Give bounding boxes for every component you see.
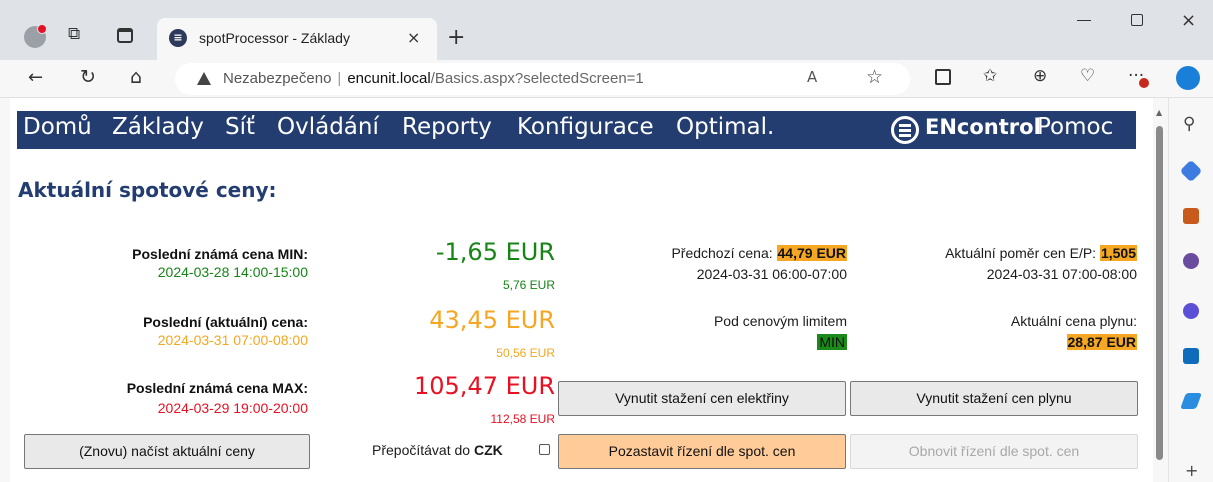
previous-price: Předchozí cena: 44,79 EUR <box>671 245 847 261</box>
split-screen-icon[interactable] <box>935 69 951 85</box>
copilot-icon[interactable] <box>1176 66 1200 90</box>
sidebar-outlook-icon[interactable] <box>1183 348 1199 364</box>
home-icon[interactable]: ⌂ <box>130 68 142 87</box>
scroll-up-icon[interactable]: ▲ <box>1156 108 1162 117</box>
tab-close-icon[interactable]: × <box>407 28 420 47</box>
url-host: encunit.local <box>347 70 431 87</box>
refresh-icon[interactable]: ↻ <box>80 68 96 87</box>
sidebar-tools-icon[interactable] <box>1183 208 1199 224</box>
min-price-label: Poslední známá cena MIN: <box>132 246 308 262</box>
previous-price-value: 44,79 EUR <box>776 245 847 261</box>
max-price-time: 2024-03-29 19:00-20:00 <box>157 400 308 416</box>
nav-optimal[interactable]: Optimal. <box>676 114 774 140</box>
czk-currency: CZK <box>473 442 503 458</box>
page-scrollbar[interactable]: ▲ <box>1153 98 1167 482</box>
encontrol-logo-icon <box>891 116 919 144</box>
min-price-value: -1,65 EUR <box>435 238 555 266</box>
price-ratio-label: Aktuální poměr cen E/P: <box>945 245 1097 261</box>
url-separator: | <box>337 70 342 87</box>
collections-icon[interactable]: ⊕ <box>1033 68 1047 85</box>
reload-prices-button[interactable]: (Znovu) načíst aktuální ceny <box>24 434 310 469</box>
nav-control[interactable]: Ovládání <box>277 114 379 140</box>
limit-badge: MIN <box>817 334 847 350</box>
min-price-time: 2024-03-28 14:00-15:00 <box>157 264 308 280</box>
current-price-label: Poslední (aktuální) cena: <box>143 314 308 330</box>
current-price-time: 2024-03-31 07:00-08:00 <box>157 332 308 348</box>
nav-config[interactable]: Konfigurace <box>517 114 654 140</box>
czk-checkbox[interactable] <box>539 444 550 455</box>
address-bar-row: ← ↻ ⌂ Nezabezpečeno | encunit.local/Basics… <box>0 60 1213 98</box>
nav-reports[interactable]: Reporty <box>402 114 492 140</box>
nav-basics[interactable]: Základy <box>112 114 204 140</box>
read-aloud-icon[interactable]: A <box>807 70 817 85</box>
sidebar-send-icon[interactable] <box>1180 393 1202 409</box>
force-electricity-button[interactable]: Vynutit stažení cen elektřiny <box>558 381 846 416</box>
main-navbar: Domů Základy Síť Ovládání Reporty Konfig… <box>17 111 1136 149</box>
scroll-thumb[interactable] <box>1156 126 1163 460</box>
url-text: Nezabezpečeno | encunit.local/Basics.aspx?… <box>223 70 644 87</box>
czk-label: Přepočítávat do <box>372 442 474 458</box>
logo-text: ENcontrol <box>925 115 1041 139</box>
sidebar-add-icon[interactable]: + <box>1185 463 1198 479</box>
current-price-sub: 50,56 EUR <box>496 346 555 360</box>
new-tab-icon[interactable]: + <box>447 25 465 50</box>
maximize-icon[interactable] <box>1131 14 1143 26</box>
browser-essentials-icon[interactable]: ♡ <box>1080 68 1095 85</box>
nav-help[interactable]: Pomoc <box>1037 114 1113 140</box>
min-price-sub: 5,76 EUR <box>502 278 555 292</box>
edge-sidebar: ⚲ + <box>1168 98 1213 482</box>
browser-tab-bar: ⧉ ≡ spotProcessor - Základy × + × <box>0 0 1213 60</box>
previous-price-label: Předchozí cena: <box>671 245 773 261</box>
previous-price-time: 2024-03-31 06:00-07:00 <box>696 266 847 282</box>
sidebar-games-icon[interactable] <box>1183 253 1199 269</box>
favorite-star-icon[interactable]: ☆ <box>866 68 883 87</box>
current-price-value: 43,45 EUR <box>429 306 555 334</box>
window-close-icon[interactable]: × <box>1181 10 1196 31</box>
tab-title: spotProcessor - Základy <box>199 30 350 46</box>
notification-dot-icon <box>1139 78 1149 88</box>
czk-label-wrap: Přepočítávat do CZK <box>372 442 503 458</box>
nav-home[interactable]: Domů <box>23 114 92 140</box>
gas-price-value: 28,87 EUR <box>1066 334 1137 350</box>
price-ratio: Aktuální poměr cen E/P: 1,505 <box>945 245 1137 261</box>
url-path: /Basics.aspx?selectedScreen=1 <box>430 70 644 87</box>
minimize-icon[interactable] <box>1077 20 1091 21</box>
warning-icon[interactable] <box>197 72 211 85</box>
pause-control-button[interactable]: Pozastavit řízení dle spot. cen <box>558 434 846 469</box>
resume-control-button: Obnovit řízení dle spot. cen <box>850 434 1138 469</box>
sidebar-search-icon[interactable]: ⚲ <box>1183 116 1195 133</box>
tab-actions-icon[interactable] <box>117 28 133 43</box>
max-price-label: Poslední známá cena MAX: <box>126 380 308 396</box>
page-title: Aktuální spotové ceny: <box>18 178 277 202</box>
max-price-sub: 112,58 EUR <box>490 412 555 426</box>
price-ratio-value: 1,505 <box>1099 245 1137 261</box>
limit-label: Pod cenovým limitem <box>713 313 847 329</box>
favorites-list-icon[interactable]: ✩ <box>983 68 997 85</box>
max-price-value: 105,47 EUR <box>413 372 555 400</box>
url-field[interactable]: Nezabezpečeno | encunit.local/Basics.aspx?… <box>175 63 910 95</box>
back-icon[interactable]: ← <box>28 69 43 87</box>
price-ratio-time: 2024-03-31 07:00-08:00 <box>986 266 1137 282</box>
insecure-label: Nezabezpečeno <box>223 70 332 87</box>
gas-price-label: Aktuální cena plynu: <box>1010 313 1137 329</box>
nav-network[interactable]: Síť <box>225 114 255 140</box>
page-content: Domů Základy Síť Ovládání Reporty Konfig… <box>10 98 1153 482</box>
browser-tab[interactable]: ≡ spotProcessor - Základy × <box>157 18 437 60</box>
sidebar-shopping-icon[interactable] <box>1179 159 1203 183</box>
sidebar-m365-icon[interactable] <box>1183 303 1199 319</box>
site-favicon-icon: ≡ <box>169 29 187 47</box>
force-gas-button[interactable]: Vynutit stažení cen plynu <box>850 381 1138 416</box>
workspaces-icon[interactable]: ⧉ <box>68 26 80 43</box>
profile-avatar[interactable] <box>24 24 47 48</box>
